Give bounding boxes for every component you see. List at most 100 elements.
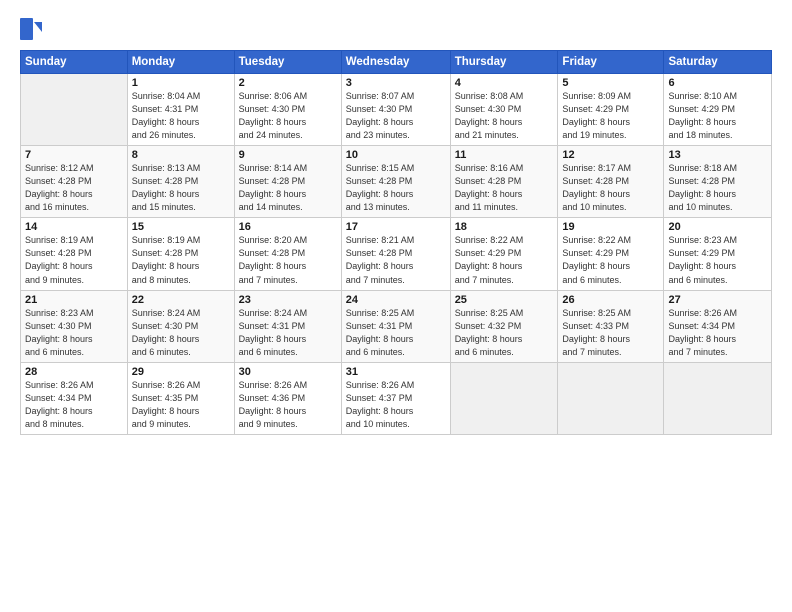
day-info: Sunrise: 8:13 AMSunset: 4:28 PMDaylight:… [132,162,230,214]
calendar-cell [21,74,128,146]
col-header-thursday: Thursday [450,51,558,74]
day-number: 31 [346,366,446,378]
calendar-cell: 21Sunrise: 8:23 AMSunset: 4:30 PMDayligh… [21,290,128,362]
col-header-saturday: Saturday [664,51,772,74]
day-info: Sunrise: 8:12 AMSunset: 4:28 PMDaylight:… [25,162,123,214]
week-row-2: 7Sunrise: 8:12 AMSunset: 4:28 PMDaylight… [21,146,772,218]
day-info: Sunrise: 8:24 AMSunset: 4:30 PMDaylight:… [132,307,230,359]
calendar-cell: 31Sunrise: 8:26 AMSunset: 4:37 PMDayligh… [341,362,450,434]
day-info: Sunrise: 8:10 AMSunset: 4:29 PMDaylight:… [668,90,767,142]
calendar-cell: 17Sunrise: 8:21 AMSunset: 4:28 PMDayligh… [341,218,450,290]
day-number: 26 [562,294,659,306]
day-info: Sunrise: 8:07 AMSunset: 4:30 PMDaylight:… [346,90,446,142]
col-header-friday: Friday [558,51,664,74]
calendar-cell: 25Sunrise: 8:25 AMSunset: 4:32 PMDayligh… [450,290,558,362]
calendar-cell: 2Sunrise: 8:06 AMSunset: 4:30 PMDaylight… [234,74,341,146]
day-number: 24 [346,294,446,306]
day-info: Sunrise: 8:08 AMSunset: 4:30 PMDaylight:… [455,90,554,142]
week-row-5: 28Sunrise: 8:26 AMSunset: 4:34 PMDayligh… [21,362,772,434]
calendar-cell: 22Sunrise: 8:24 AMSunset: 4:30 PMDayligh… [127,290,234,362]
day-number: 20 [668,221,767,233]
day-info: Sunrise: 8:26 AMSunset: 4:36 PMDaylight:… [239,379,337,431]
calendar-cell: 29Sunrise: 8:26 AMSunset: 4:35 PMDayligh… [127,362,234,434]
day-info: Sunrise: 8:22 AMSunset: 4:29 PMDaylight:… [455,234,554,286]
day-info: Sunrise: 8:25 AMSunset: 4:33 PMDaylight:… [562,307,659,359]
day-info: Sunrise: 8:20 AMSunset: 4:28 PMDaylight:… [239,234,337,286]
day-info: Sunrise: 8:19 AMSunset: 4:28 PMDaylight:… [132,234,230,286]
day-info: Sunrise: 8:26 AMSunset: 4:37 PMDaylight:… [346,379,446,431]
day-number: 17 [346,221,446,233]
day-number: 12 [562,149,659,161]
col-header-wednesday: Wednesday [341,51,450,74]
day-info: Sunrise: 8:18 AMSunset: 4:28 PMDaylight:… [668,162,767,214]
day-info: Sunrise: 8:26 AMSunset: 4:34 PMDaylight:… [668,307,767,359]
col-header-tuesday: Tuesday [234,51,341,74]
day-number: 1 [132,77,230,89]
day-info: Sunrise: 8:22 AMSunset: 4:29 PMDaylight:… [562,234,659,286]
col-header-sunday: Sunday [21,51,128,74]
week-row-3: 14Sunrise: 8:19 AMSunset: 4:28 PMDayligh… [21,218,772,290]
logo [20,18,46,40]
day-number: 30 [239,366,337,378]
day-number: 7 [25,149,123,161]
day-number: 29 [132,366,230,378]
calendar-cell: 3Sunrise: 8:07 AMSunset: 4:30 PMDaylight… [341,74,450,146]
calendar-cell: 6Sunrise: 8:10 AMSunset: 4:29 PMDaylight… [664,74,772,146]
calendar-cell: 13Sunrise: 8:18 AMSunset: 4:28 PMDayligh… [664,146,772,218]
day-number: 18 [455,221,554,233]
col-header-monday: Monday [127,51,234,74]
calendar-header-row: SundayMondayTuesdayWednesdayThursdayFrid… [21,51,772,74]
calendar-cell: 30Sunrise: 8:26 AMSunset: 4:36 PMDayligh… [234,362,341,434]
calendar-cell: 4Sunrise: 8:08 AMSunset: 4:30 PMDaylight… [450,74,558,146]
day-number: 8 [132,149,230,161]
day-number: 27 [668,294,767,306]
calendar-cell: 27Sunrise: 8:26 AMSunset: 4:34 PMDayligh… [664,290,772,362]
day-number: 21 [25,294,123,306]
day-number: 3 [346,77,446,89]
day-number: 16 [239,221,337,233]
day-number: 25 [455,294,554,306]
day-number: 4 [455,77,554,89]
calendar-cell: 15Sunrise: 8:19 AMSunset: 4:28 PMDayligh… [127,218,234,290]
week-row-1: 1Sunrise: 8:04 AMSunset: 4:31 PMDaylight… [21,74,772,146]
calendar-cell: 8Sunrise: 8:13 AMSunset: 4:28 PMDaylight… [127,146,234,218]
calendar-cell: 20Sunrise: 8:23 AMSunset: 4:29 PMDayligh… [664,218,772,290]
calendar-cell: 23Sunrise: 8:24 AMSunset: 4:31 PMDayligh… [234,290,341,362]
calendar-cell: 26Sunrise: 8:25 AMSunset: 4:33 PMDayligh… [558,290,664,362]
day-info: Sunrise: 8:14 AMSunset: 4:28 PMDaylight:… [239,162,337,214]
day-info: Sunrise: 8:17 AMSunset: 4:28 PMDaylight:… [562,162,659,214]
day-number: 11 [455,149,554,161]
day-number: 15 [132,221,230,233]
calendar-cell [450,362,558,434]
calendar-cell: 5Sunrise: 8:09 AMSunset: 4:29 PMDaylight… [558,74,664,146]
calendar-cell: 7Sunrise: 8:12 AMSunset: 4:28 PMDaylight… [21,146,128,218]
day-info: Sunrise: 8:25 AMSunset: 4:32 PMDaylight:… [455,307,554,359]
calendar-cell: 11Sunrise: 8:16 AMSunset: 4:28 PMDayligh… [450,146,558,218]
calendar-cell: 9Sunrise: 8:14 AMSunset: 4:28 PMDaylight… [234,146,341,218]
day-number: 9 [239,149,337,161]
calendar-table: SundayMondayTuesdayWednesdayThursdayFrid… [20,50,772,435]
day-info: Sunrise: 8:26 AMSunset: 4:35 PMDaylight:… [132,379,230,431]
day-number: 2 [239,77,337,89]
calendar-cell: 28Sunrise: 8:26 AMSunset: 4:34 PMDayligh… [21,362,128,434]
day-number: 10 [346,149,446,161]
day-info: Sunrise: 8:23 AMSunset: 4:29 PMDaylight:… [668,234,767,286]
calendar-cell: 12Sunrise: 8:17 AMSunset: 4:28 PMDayligh… [558,146,664,218]
calendar-cell: 1Sunrise: 8:04 AMSunset: 4:31 PMDaylight… [127,74,234,146]
day-info: Sunrise: 8:19 AMSunset: 4:28 PMDaylight:… [25,234,123,286]
day-number: 22 [132,294,230,306]
calendar-cell: 24Sunrise: 8:25 AMSunset: 4:31 PMDayligh… [341,290,450,362]
day-info: Sunrise: 8:04 AMSunset: 4:31 PMDaylight:… [132,90,230,142]
day-info: Sunrise: 8:16 AMSunset: 4:28 PMDaylight:… [455,162,554,214]
calendar-cell: 16Sunrise: 8:20 AMSunset: 4:28 PMDayligh… [234,218,341,290]
day-number: 6 [668,77,767,89]
day-info: Sunrise: 8:21 AMSunset: 4:28 PMDaylight:… [346,234,446,286]
day-info: Sunrise: 8:24 AMSunset: 4:31 PMDaylight:… [239,307,337,359]
day-info: Sunrise: 8:15 AMSunset: 4:28 PMDaylight:… [346,162,446,214]
day-info: Sunrise: 8:09 AMSunset: 4:29 PMDaylight:… [562,90,659,142]
day-info: Sunrise: 8:06 AMSunset: 4:30 PMDaylight:… [239,90,337,142]
day-number: 13 [668,149,767,161]
logo-icon [20,18,42,40]
week-row-4: 21Sunrise: 8:23 AMSunset: 4:30 PMDayligh… [21,290,772,362]
day-info: Sunrise: 8:25 AMSunset: 4:31 PMDaylight:… [346,307,446,359]
